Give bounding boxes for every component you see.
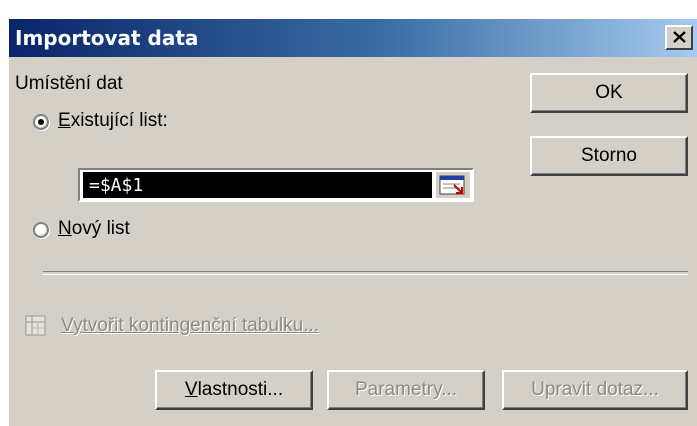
reference-input[interactable]: =$A$1 [78,168,474,202]
dialog-title: Importovat data [15,26,199,50]
close-icon [673,31,686,43]
ok-button[interactable]: OK [530,73,688,113]
edit-query-button[interactable]: Upravit dotaz... [502,370,688,410]
pivot-table-icon [25,315,46,336]
properties-button[interactable]: Vlastnosti... [155,370,313,410]
radio-selected-dot [38,119,44,125]
title-bar[interactable]: Importovat data [9,19,697,57]
properties-label: lastnosti... [197,379,284,400]
collapse-dialog-button[interactable] [436,172,470,198]
import-data-dialog: Importovat data Umístění dat Existující … [8,18,697,426]
parameters-button[interactable]: Parametry... [327,370,485,410]
new-sheet-accesskey: N [58,218,72,239]
create-pivot-table-link[interactable]: Vytvořit kontingenční tabulku... [61,315,319,337]
existing-sheet-label[interactable]: Existující list: [58,110,168,132]
placement-group-label: Umístění dat [15,73,123,94]
new-sheet-label-text: ový list [71,218,130,239]
separator-line [43,271,688,275]
cancel-button[interactable]: Storno [530,136,688,176]
existing-sheet-radio[interactable] [33,114,49,130]
range-selector-icon [439,175,465,195]
new-sheet-label[interactable]: Nový list [58,218,130,240]
reference-selection: =$A$1 [83,172,432,198]
existing-sheet-label-text: xistující list: [70,110,168,131]
close-button[interactable] [665,25,693,50]
new-sheet-radio[interactable] [33,222,49,238]
reference-value: =$A$1 [89,175,144,196]
properties-accesskey: V [184,379,198,400]
existing-sheet-accesskey: E [58,110,71,131]
